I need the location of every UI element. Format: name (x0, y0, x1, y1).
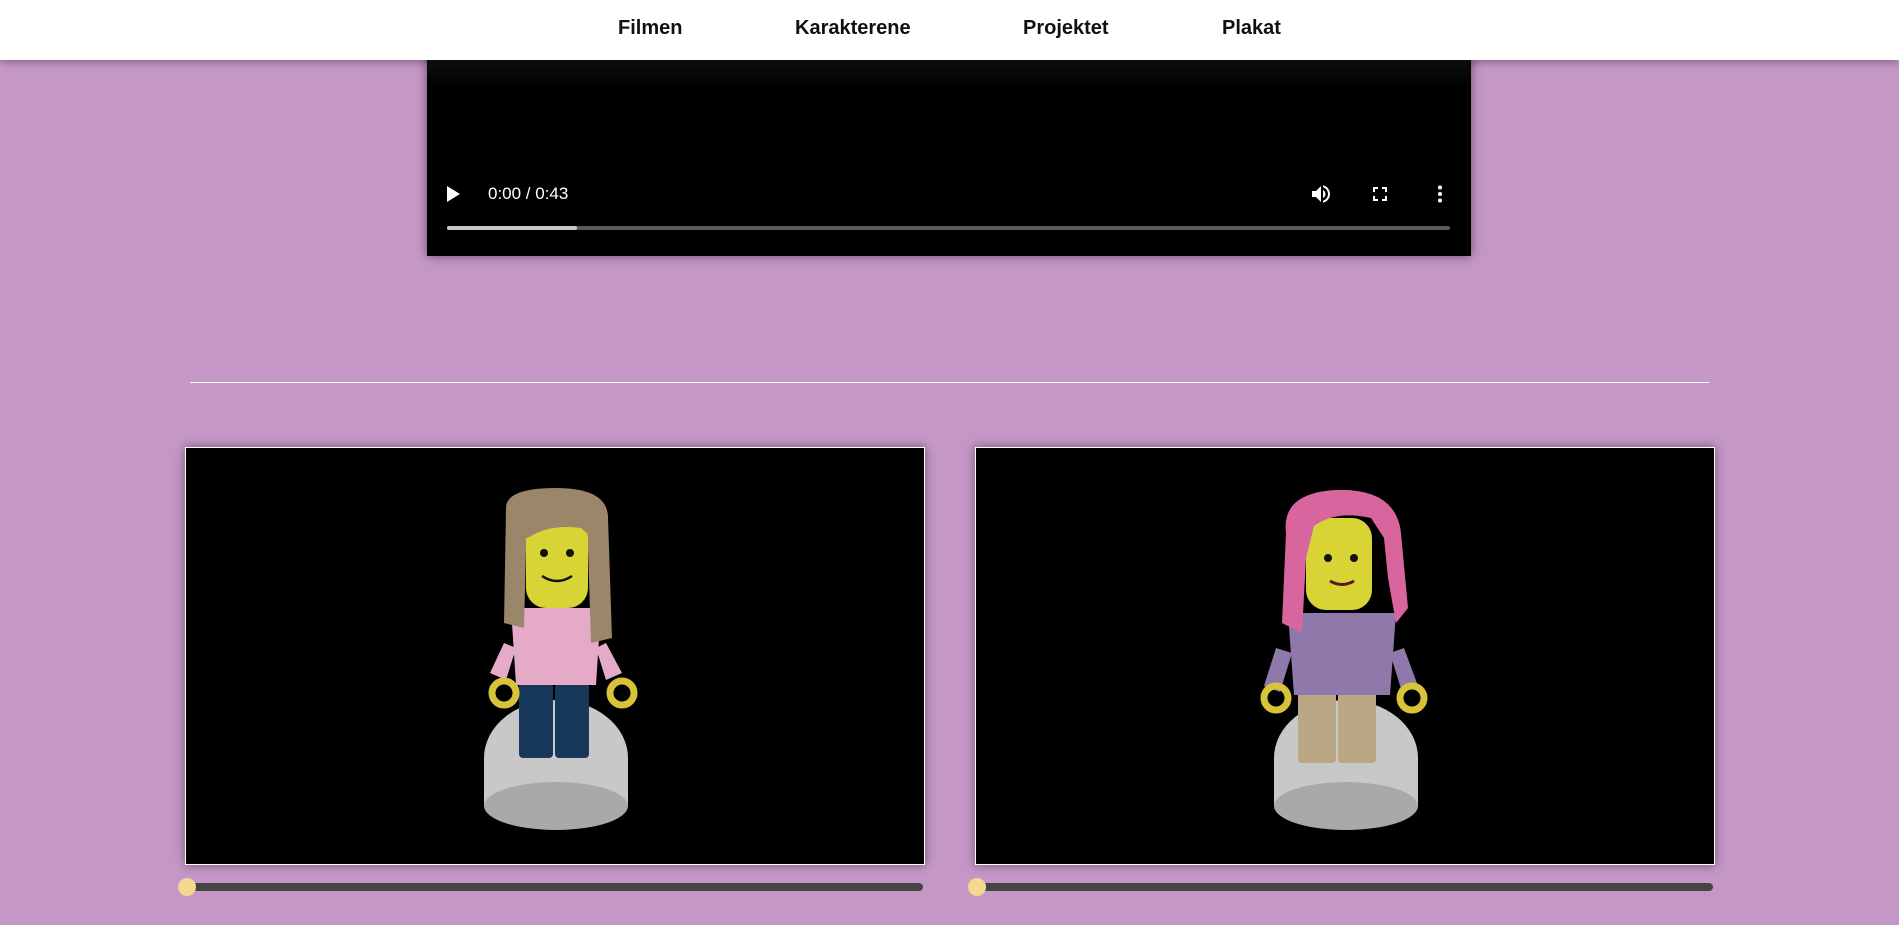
character-viewer-2[interactable] (975, 447, 1715, 865)
play-icon[interactable] (447, 186, 460, 202)
display-stand-base (484, 782, 628, 830)
rotation-slider-1[interactable] (178, 878, 923, 896)
section-divider (190, 382, 1709, 383)
rotation-slider-2[interactable] (968, 878, 1713, 896)
top-navigation: Filmen Karakterene Projektet Plakat (0, 0, 1899, 60)
right-hand (1396, 682, 1428, 714)
left-leg (519, 683, 553, 758)
volume-icon[interactable] (1309, 182, 1333, 206)
torso (1288, 613, 1396, 695)
right-eye (1350, 554, 1358, 562)
display-stand-base (1274, 782, 1418, 830)
right-hand (606, 677, 638, 709)
nav-link-filmen[interactable]: Filmen (618, 17, 682, 40)
left-arm (490, 643, 516, 680)
fullscreen-icon[interactable] (1368, 182, 1392, 206)
left-hand (488, 677, 520, 709)
nav-link-plakat[interactable]: Plakat (1222, 17, 1281, 40)
film-video-player[interactable]: 0:00 / 0:43 (427, 50, 1471, 256)
video-seek-bar[interactable] (447, 226, 1450, 230)
minifigure-render-1 (484, 488, 638, 830)
face (1306, 518, 1372, 610)
video-time-display: 0:00 / 0:43 (488, 184, 569, 203)
right-arm (596, 643, 622, 680)
right-eye (566, 549, 574, 557)
left-eye (1324, 554, 1332, 562)
rotation-slider-thumb-1[interactable] (178, 878, 196, 896)
minifigure-render-2 (1260, 489, 1428, 830)
nav-link-karakterene[interactable]: Karakterene (795, 17, 911, 40)
right-leg (555, 683, 589, 758)
left-eye (540, 549, 548, 557)
torso (511, 608, 601, 685)
more-options-icon[interactable] (1428, 182, 1452, 206)
nav-link-projektet[interactable]: Projektet (1023, 17, 1109, 40)
rotation-slider-thumb-2[interactable] (968, 878, 986, 896)
character-viewer-1[interactable] (185, 447, 925, 865)
video-buffered-range (447, 226, 578, 230)
